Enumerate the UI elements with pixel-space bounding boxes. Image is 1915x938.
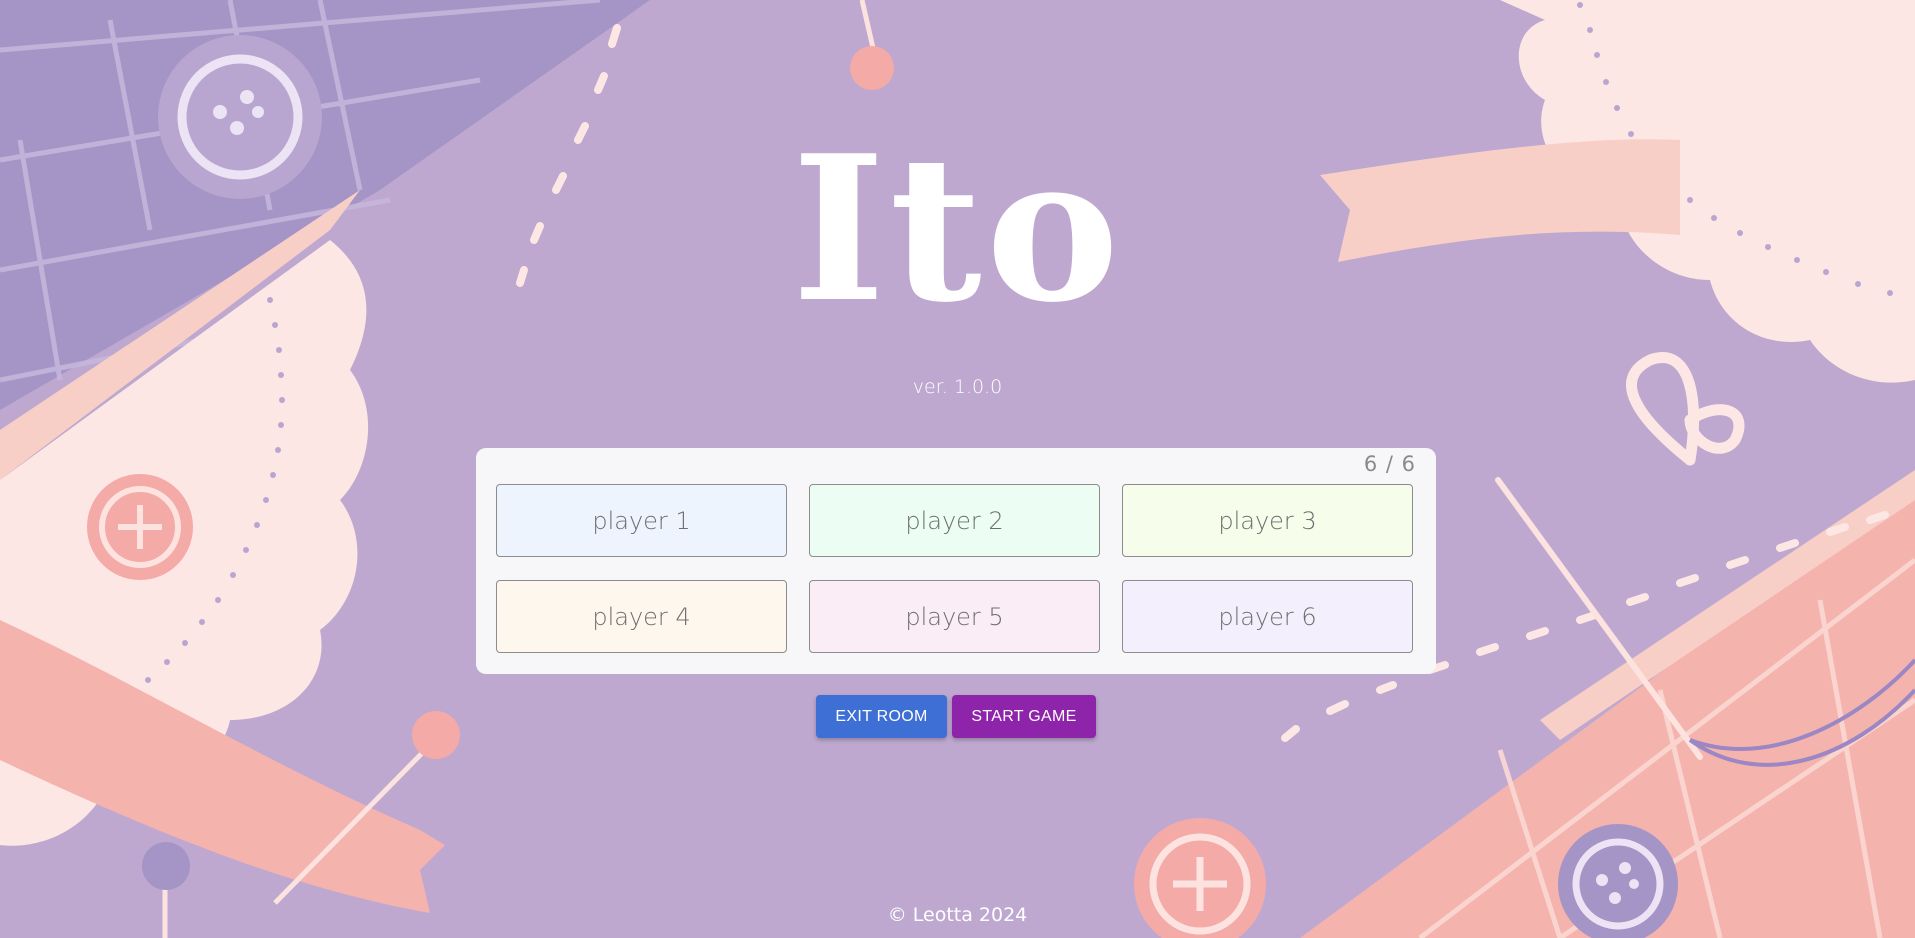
- start-game-button[interactable]: START GAME: [952, 695, 1096, 738]
- copyright-footer: © Leotta 2024: [887, 904, 1028, 926]
- player-slot: player 5: [809, 580, 1100, 653]
- bow-decoration: [1626, 352, 1745, 466]
- player-slot: player 3: [1122, 484, 1413, 557]
- player-count: 6 / 6: [1363, 452, 1416, 476]
- exit-room-button[interactable]: EXIT ROOM: [816, 695, 947, 738]
- needle: [1495, 477, 1703, 760]
- player-list-panel: 6 / 6 player 1 player 2 player 3 player …: [476, 448, 1436, 674]
- player-slot: player 2: [809, 484, 1100, 557]
- player-slot: player 1: [496, 484, 787, 557]
- game-title-logo: Ito: [791, 112, 1124, 347]
- player-slot: player 4: [496, 580, 787, 653]
- player-slot: player 6: [1122, 580, 1413, 653]
- pin-head-top: [850, 46, 894, 90]
- pin-head: [412, 711, 460, 759]
- version-label: ver. 1.0.0: [912, 376, 1003, 398]
